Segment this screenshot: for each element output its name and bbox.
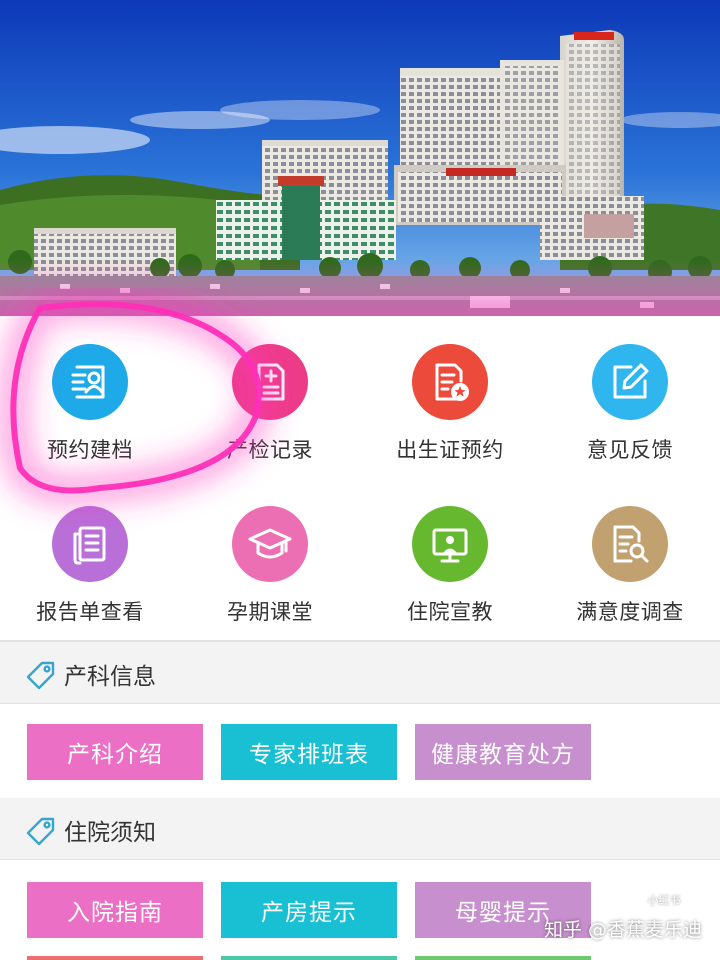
button-label: 母婴提示 <box>455 900 551 926</box>
document-search-icon <box>592 506 668 582</box>
grid-item-birth-certificate[interactable]: 出生证预约 <box>360 316 540 478</box>
grid-item-pregnancy-class[interactable]: 孕期课堂 <box>180 478 360 640</box>
tag-icon <box>26 660 56 694</box>
edit-note-icon <box>592 344 668 420</box>
grid-item-label: 报告单查看 <box>36 600 144 624</box>
next-row-button-edge <box>415 956 591 960</box>
grid-item-label: 出生证预约 <box>396 438 504 462</box>
obstetrics-intro-button[interactable]: 产科介绍 <box>27 724 203 780</box>
tag-icon <box>26 816 56 850</box>
grid-item-label: 产检记录 <box>227 438 313 462</box>
health-prescription-button[interactable]: 健康教育处方 <box>415 724 591 780</box>
admission-guide-button[interactable]: 入院指南 <box>27 882 203 938</box>
grid-item-appointment-file[interactable]: 预约建档 <box>0 316 180 478</box>
feature-grid: 预约建档 产检记录 出生证预约 意见反馈 报告单查看 孕期课堂 住院宣教 满意度… <box>0 316 720 640</box>
section-body-hospitalization-notice: 入院指南 产房提示 母婴提示 <box>0 860 720 960</box>
grid-item-inpatient-education[interactable]: 住院宣教 <box>360 478 540 640</box>
grid-item-prenatal-record[interactable]: 产检记录 <box>180 316 360 478</box>
grid-item-satisfaction-survey[interactable]: 满意度调查 <box>540 478 720 640</box>
report-list-icon <box>52 506 128 582</box>
next-row-button-edge <box>221 956 397 960</box>
grid-item-label: 意见反馈 <box>587 438 673 462</box>
next-row-button-edge <box>27 956 203 960</box>
grid-item-report-view[interactable]: 报告单查看 <box>0 478 180 640</box>
section-header-obstetrics-info: 产科信息 <box>0 642 720 704</box>
section-body-obstetrics-info: 产科介绍 专家排班表 健康教育处方 <box>0 704 720 798</box>
button-label: 入院指南 <box>67 900 163 926</box>
delivery-room-tips-button[interactable]: 产房提示 <box>221 882 397 938</box>
grid-item-label: 孕期课堂 <box>227 600 313 624</box>
grid-item-label: 预约建档 <box>47 438 133 462</box>
button-label: 产科介绍 <box>67 742 163 768</box>
section-title: 住院须知 <box>64 820 156 846</box>
section-header-hospitalization-notice: 住院须知 <box>0 798 720 860</box>
graduation-cap-icon <box>232 506 308 582</box>
medical-record-icon <box>232 344 308 420</box>
hospital-banner <box>0 0 720 316</box>
watermark-badge: 小红书 <box>638 888 690 912</box>
hospital-building-photo <box>0 0 720 316</box>
button-label: 专家排班表 <box>249 742 369 768</box>
presenter-board-icon <box>412 506 488 582</box>
user-card-icon <box>52 344 128 420</box>
button-label: 健康教育处方 <box>431 742 575 768</box>
certificate-star-icon <box>412 344 488 420</box>
grid-item-label: 住院宣教 <box>407 600 493 624</box>
watermark-text: 知乎 @香蕉麦乐迪 <box>543 919 702 941</box>
expert-schedule-button[interactable]: 专家排班表 <box>221 724 397 780</box>
grid-item-label: 满意度调查 <box>576 600 684 624</box>
section-title: 产科信息 <box>64 664 156 690</box>
grid-item-feedback[interactable]: 意见反馈 <box>540 316 720 478</box>
button-label: 产房提示 <box>261 900 357 926</box>
